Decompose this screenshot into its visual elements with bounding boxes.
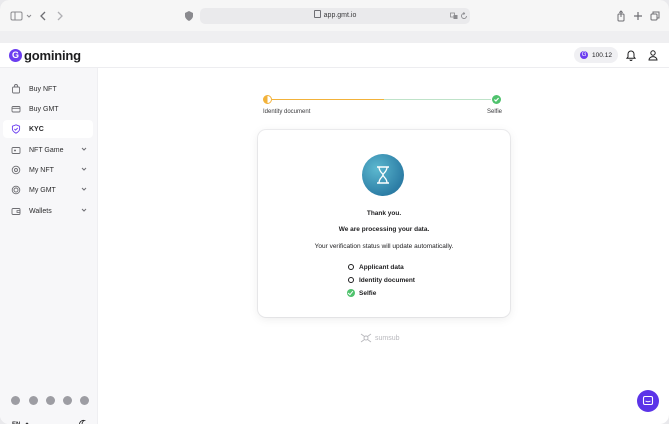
thank-you-text: Thank you. <box>366 210 402 217</box>
grid-icon <box>11 165 21 175</box>
kyc-progress: Identity document Selfie <box>263 95 503 115</box>
chat-button[interactable] <box>637 390 659 412</box>
lock-icon <box>313 10 321 18</box>
sidebar-item-buy-gmt[interactable]: Buy GMT <box>3 100 93 118</box>
bell-icon[interactable] <box>624 48 638 62</box>
sidebar-item-my-nft[interactable]: My NFT <box>3 161 93 179</box>
step-selfie-label: Selfie <box>487 109 503 115</box>
back-icon[interactable] <box>38 8 48 24</box>
sumsub-logo: sumsub <box>360 333 400 343</box>
sidebar: Buy NFT Buy GMT KYC NFT Game My NFT My G… <box>0 68 98 424</box>
balance-value: 100.12 <box>592 51 612 59</box>
sidebar-item-label: NFT Game <box>29 146 64 154</box>
sidebar-item-label: My GMT <box>29 186 56 194</box>
wallet-icon <box>11 208 21 215</box>
hourglass-icon <box>377 166 389 184</box>
chevron-down-icon[interactable] <box>25 8 33 24</box>
sidebar-toggle-icon[interactable] <box>10 8 24 24</box>
checklist-item-selfie: Selfie <box>347 288 377 298</box>
sidebar-item-wallets[interactable]: Wallets <box>3 202 93 220</box>
browser-toolbar: app.gmt.io <box>0 0 669 32</box>
privacy-shield-icon[interactable] <box>184 8 194 24</box>
sidebar-item-kyc[interactable]: KYC <box>3 120 93 138</box>
checklist-item-applicant-data: Applicant data <box>348 262 404 272</box>
logo-icon: G <box>9 48 22 62</box>
check-icon <box>493 97 500 102</box>
chat-icon <box>642 395 654 406</box>
moon-icon[interactable] <box>77 419 88 424</box>
discord-icon[interactable] <box>11 396 20 405</box>
processing-text: We are processing your data. <box>338 226 430 233</box>
balance-badge[interactable]: G 100.12 <box>574 47 618 63</box>
sidebar-item-label: Buy NFT <box>29 85 57 93</box>
sumsub-mark-icon <box>360 333 372 343</box>
address-text: app.gmt.io <box>323 12 357 19</box>
checklist-label: Applicant data <box>359 263 404 271</box>
step-selfie-node <box>492 95 501 104</box>
game-icon <box>11 147 21 154</box>
twitter-icon[interactable] <box>46 396 55 405</box>
reload-icon[interactable] <box>460 12 468 20</box>
coin-icon <box>11 185 21 195</box>
verification-status-card: Thank you. We are processing your data. … <box>258 130 510 317</box>
check-circle-icon <box>347 289 355 297</box>
sumsub-text: sumsub <box>375 334 400 342</box>
brand-name: gomining <box>24 47 81 63</box>
nft-bag-icon <box>12 84 20 94</box>
chevron-down-icon[interactable] <box>80 165 88 173</box>
app-header: G gomining G 100.12 <box>0 43 669 68</box>
telegram-icon[interactable] <box>29 396 38 405</box>
new-tab-icon[interactable] <box>633 8 643 24</box>
shield-check-icon <box>11 124 21 134</box>
progress-line-done <box>384 99 491 100</box>
address-text-wrap: app.gmt.io <box>200 8 470 24</box>
checklist-label: Identity document <box>359 276 415 284</box>
help-icon[interactable] <box>80 396 89 405</box>
share-icon[interactable] <box>616 8 626 24</box>
step-identity-label: Identity document <box>263 109 311 115</box>
checklist-item-identity-document: Identity document <box>348 275 415 285</box>
gomining-logo[interactable]: G gomining <box>9 47 81 63</box>
sidebar-item-label: KYC <box>29 125 44 133</box>
sidebar-item-nft-game[interactable]: NFT Game <box>3 141 93 159</box>
address-bar[interactable]: app.gmt.io <box>200 8 470 24</box>
chevron-down-icon[interactable] <box>80 185 88 193</box>
pending-circle-icon <box>348 277 354 283</box>
browser-window: app.gmt.io G gomining G 100.12 Buy NFT B… <box>0 0 669 424</box>
wallet-card-icon <box>11 106 21 113</box>
sidebar-item-label: My NFT <box>29 166 54 174</box>
tab-overview-icon[interactable] <box>650 8 660 24</box>
progress-line-active <box>272 99 384 100</box>
checklist-label: Selfie <box>359 289 377 297</box>
chevron-down-icon[interactable] <box>80 145 88 153</box>
user-icon[interactable] <box>646 48 660 62</box>
sidebar-item-label: Buy GMT <box>29 105 59 113</box>
chevron-down-icon[interactable] <box>80 206 88 214</box>
status-note-text: Your verification status will update aut… <box>314 243 454 250</box>
sidebar-item-label: Wallets <box>29 207 52 215</box>
sidebar-item-buy-nft[interactable]: Buy NFT <box>3 80 93 98</box>
sidebar-item-my-gmt[interactable]: My GMT <box>3 181 93 199</box>
step-identity-node <box>263 95 272 104</box>
translate-icon[interactable] <box>450 12 458 20</box>
gmt-coin-icon: G <box>580 51 589 59</box>
app-root: G gomining G 100.12 Buy NFT Buy GMT KYC <box>0 43 669 424</box>
instagram-icon[interactable] <box>63 396 72 405</box>
pending-circle-icon <box>348 264 354 270</box>
forward-icon[interactable] <box>55 8 65 24</box>
hourglass-badge <box>362 154 404 196</box>
